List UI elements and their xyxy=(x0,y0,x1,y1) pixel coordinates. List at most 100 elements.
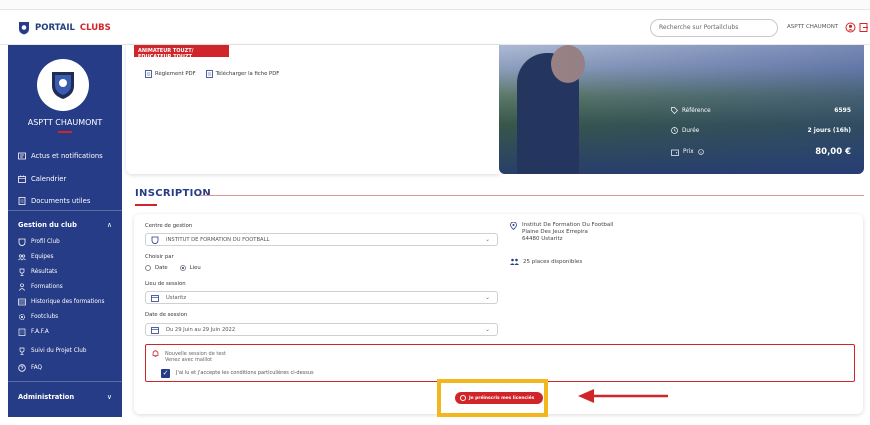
bell-icon xyxy=(152,350,159,357)
info-icon[interactable] xyxy=(697,149,704,155)
button-label: Je préinscris mes licenciés xyxy=(469,395,535,401)
radio-date[interactable]: Date xyxy=(145,265,168,271)
team-icon xyxy=(18,254,26,261)
sidebar-item-label: Profil Club xyxy=(31,239,60,245)
browser-top-band xyxy=(0,0,870,10)
sidebar-item-actus[interactable]: Actus et notifications xyxy=(18,152,103,160)
sidebar-group-title: Administration xyxy=(18,393,75,401)
person-icon xyxy=(19,283,25,291)
sidebar-item-label: Footclubs xyxy=(31,314,59,320)
sidebar-item-faq[interactable]: FAQ xyxy=(18,364,42,372)
sidebar-item-profil-club[interactable]: Profil Club xyxy=(18,238,60,246)
radio-lieu[interactable]: Lieu xyxy=(179,265,201,271)
gear-icon xyxy=(19,314,25,320)
session-alert: Nouvelle session de test Venez avec mail… xyxy=(145,344,855,382)
trophy-icon xyxy=(19,347,25,355)
chevron-down-icon: ⌄ xyxy=(484,326,490,333)
sidebar-item-label: Résultats xyxy=(31,269,58,275)
sidebar-group-title: Gestion du club xyxy=(18,221,77,229)
chevron-down-icon: ⌄ xyxy=(484,236,490,243)
club-crest-icon xyxy=(52,72,74,99)
download-fiche-link[interactable]: Télécharger la fiche PDF xyxy=(205,70,280,78)
circle-icon xyxy=(460,395,466,401)
choose-radio-group: Date Lieu xyxy=(145,265,201,271)
location-info: Institut De Formation Du Football Plaine… xyxy=(510,222,613,243)
sidebar-item-equipes[interactable]: Equipes xyxy=(18,253,53,261)
training-tag: ANIMATEUR TOUZT/ EDUCATEUR TOUZT xyxy=(134,45,229,60)
sidebar-item-calendrier[interactable]: Calendrier xyxy=(18,175,66,183)
pdf-icon xyxy=(205,70,213,78)
duration-value: 2 jours (16h) xyxy=(807,127,851,134)
clock-icon xyxy=(671,127,678,134)
sidebar-item-label: Actus et notifications xyxy=(31,152,103,160)
logo-text-prefix: PORTAIL xyxy=(35,23,75,33)
logout-icon[interactable] xyxy=(859,22,869,33)
inscription-title: INSCRIPTION xyxy=(135,188,212,199)
link-label: Télécharger la fiche PDF xyxy=(215,71,280,77)
radio-label: Lieu xyxy=(189,265,201,271)
sidebar-item-historique[interactable]: Historique des formations xyxy=(18,298,104,306)
date-select[interactable]: Du 29 Juin au 29 Juin 2022 ⌄ xyxy=(145,323,498,336)
trophy-icon xyxy=(19,268,25,276)
help-icon xyxy=(18,364,26,372)
sidebar-item-footclubs[interactable]: Footclubs xyxy=(18,313,58,321)
sidebar-item-resultats[interactable]: Résultats xyxy=(18,268,57,276)
building-icon xyxy=(18,328,26,336)
reference-value: 6595 xyxy=(834,107,851,114)
location-name: Institut De Formation Du Football xyxy=(522,222,614,228)
sidebar-divider xyxy=(8,381,122,382)
sidebar-item-label: Formations xyxy=(31,284,63,290)
radio-label: Date xyxy=(155,265,168,271)
people-icon xyxy=(510,258,519,265)
document-links: Règlement PDF Télécharger la fiche PDF xyxy=(145,70,279,78)
user-name[interactable]: ASPTT CHAUMONT xyxy=(787,24,838,30)
places-available: 25 places disponibles xyxy=(510,258,582,265)
sidebar-group-gestion[interactable]: Gestion du club xyxy=(18,221,77,229)
radio-button[interactable] xyxy=(145,265,151,271)
accept-checkbox[interactable]: ✓ xyxy=(161,369,170,378)
sidebar-item-label: Historique des formations xyxy=(31,299,105,305)
sidebar-item-projet-club[interactable]: Suivi du Projet Club xyxy=(18,347,86,355)
club-avatar xyxy=(37,59,89,111)
logo-text-suffix: CLUBS xyxy=(79,23,111,33)
place-select[interactable]: Ustaritz ⌄ xyxy=(145,291,498,304)
preinscription-button[interactable]: Je préinscris mes licenciés xyxy=(455,392,543,404)
reference-row: Référence 6595 xyxy=(671,107,851,114)
accept-label: J'ai lu et j'accepte les conditions part… xyxy=(176,370,314,376)
center-select[interactable]: INSTITUT DE FORMATION DU FOOTBALL ⌄ xyxy=(145,233,498,246)
sidebar-group-administration[interactable]: Administration xyxy=(18,393,74,401)
sidebar-item-documents[interactable]: Documents utiles xyxy=(18,197,90,205)
document-icon xyxy=(18,197,26,205)
calendar-icon xyxy=(151,295,159,302)
calendar-icon xyxy=(151,327,159,334)
location-pin-icon xyxy=(510,222,517,230)
shield-icon xyxy=(151,236,159,244)
logo-icon xyxy=(19,22,29,35)
reglement-pdf-link[interactable]: Règlement PDF xyxy=(145,70,196,78)
sidebar-divider xyxy=(8,210,122,211)
pdf-icon xyxy=(145,70,152,78)
alert-line-2: Venez avec maillot xyxy=(165,357,213,363)
radio-button-selected[interactable] xyxy=(179,265,186,271)
center-select-value: INSTITUT DE FORMATION DU FOOTBALL xyxy=(166,237,270,243)
sidebar-item-formations[interactable]: Formations xyxy=(18,283,63,291)
portail-clubs-logo[interactable]: PORTAIL CLUBS xyxy=(18,21,111,35)
price-value: 80,00 € xyxy=(815,147,851,157)
user-avatar-icon[interactable] xyxy=(845,22,856,33)
chevron-down-icon[interactable]: ∨ xyxy=(107,393,112,401)
date-label: Date de session xyxy=(145,312,188,318)
reference-label: Référence xyxy=(682,107,711,114)
search-input[interactable]: Recherche sur Portailclubs xyxy=(650,19,778,37)
training-details-card xyxy=(126,45,500,174)
sidebar-item-label: F.A.F.A xyxy=(31,329,49,335)
sidebar: ASPTT CHAUMONT Actus et notifications Ca… xyxy=(8,45,122,417)
chevron-down-icon: ⌄ xyxy=(484,294,490,301)
sidebar-item-fafa[interactable]: F.A.F.A xyxy=(18,328,49,336)
center-label: Centre de gestion xyxy=(145,223,193,229)
newspaper-icon xyxy=(18,152,26,160)
chevron-up-icon[interactable]: ∧ xyxy=(107,221,112,229)
sidebar-item-label: Suivi du Projet Club xyxy=(31,348,87,354)
list-icon xyxy=(18,298,26,306)
link-label: Règlement PDF xyxy=(155,71,196,77)
top-bar: PORTAIL CLUBS Recherche sur Portailclubs … xyxy=(0,11,870,45)
